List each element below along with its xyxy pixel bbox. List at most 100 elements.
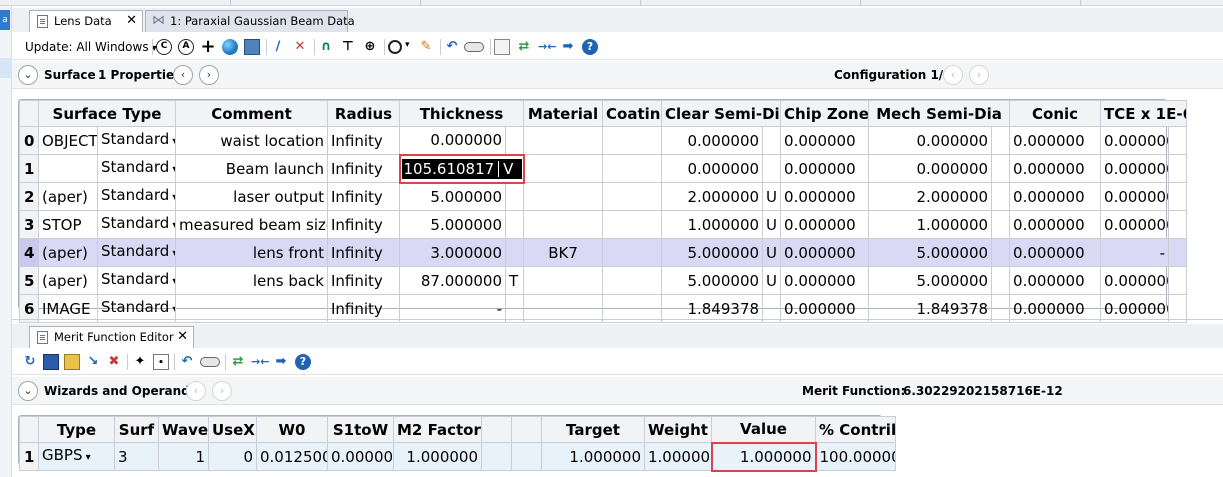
operand-type-dropdown[interactable]: GBPS [38, 442, 115, 471]
double-lens-icon[interactable]: ⊕ [362, 39, 378, 55]
toggle-icon[interactable] [464, 42, 484, 52]
next-config-button[interactable]: › [969, 65, 989, 85]
lens-row-4[interactable]: 4 (aper) Standard lens front Infinity 3.… [19, 238, 1188, 267]
coating-cell[interactable] [602, 126, 663, 155]
tce-cell[interactable]: - [1100, 238, 1170, 267]
swap-icon[interactable]: ⇄ [516, 39, 532, 55]
surface-type-dropdown[interactable]: Standard [97, 126, 176, 155]
expand-properties-icon[interactable]: ⌄ [18, 65, 38, 85]
mech-semi-dia-cell[interactable]: 5.000000 [868, 266, 993, 295]
empty-cell-1[interactable] [481, 442, 512, 471]
mech-semi-dia-cell[interactable]: 0.000000 [868, 154, 993, 183]
col-weight[interactable]: Weight [644, 416, 712, 443]
conic-cell[interactable]: 0.000000 [1009, 266, 1102, 295]
surface-type-dropdown[interactable]: Standard [97, 154, 176, 183]
chip-zone-cell[interactable]: 0.000000 [780, 266, 870, 295]
ray-remove-icon[interactable]: ✕ [292, 39, 308, 55]
thickness-cell[interactable]: 87.000000 [399, 266, 506, 295]
comment-cell[interactable]: lens back [175, 266, 328, 295]
material-cell[interactable] [523, 126, 604, 155]
surface-label[interactable]: (aper) [38, 182, 98, 211]
col-tce[interactable]: TCE x 1E-6 [1100, 100, 1188, 127]
col-surf[interactable]: Surf [114, 416, 159, 443]
clear-semi-dia-solve[interactable]: U [762, 238, 782, 267]
mech-semi-dia-cell[interactable]: 2.000000 [868, 182, 993, 211]
s1tow-cell[interactable]: 0.000000 [327, 442, 394, 471]
conic-cell[interactable]: 0.000000 [1009, 238, 1102, 267]
thickness-cell-selected[interactable]: 105.610817 V [398, 153, 525, 184]
chip-zone-cell[interactable]: 0.000000 [780, 154, 870, 183]
tce-cell[interactable]: 0.000000 [1100, 210, 1170, 239]
help-icon[interactable]: ? [295, 354, 311, 370]
conic-cell[interactable]: 0.000000 [1009, 126, 1102, 155]
prev-config-button[interactable]: ‹ [943, 65, 963, 85]
comment-cell[interactable]: laser output [175, 182, 328, 211]
comment-cell[interactable]: lens front [175, 238, 328, 267]
wave-cell[interactable]: 1 [158, 442, 209, 471]
mech-semi-dia-cell[interactable]: 5.000000 [868, 238, 993, 267]
square-dot-icon[interactable]: • [153, 354, 169, 370]
lens-row-1[interactable]: 1 Standard Beam launch Infinity 105.6108… [19, 153, 1188, 184]
empty-cell-2[interactable] [511, 442, 542, 471]
radius-cell[interactable]: Infinity [327, 154, 400, 183]
material-cell[interactable] [523, 182, 604, 211]
col-s1tow[interactable]: S1toW [327, 416, 394, 443]
clear-semi-dia-solve[interactable] [762, 154, 782, 183]
thickness-solve[interactable] [504, 238, 525, 267]
material-cell[interactable] [523, 266, 604, 295]
close-icon[interactable]: ✕ [177, 327, 188, 347]
tab-lens-data[interactable]: Lens Data ✕ [29, 10, 143, 32]
mech-semi-dia-solve[interactable] [991, 126, 1011, 155]
ray-aim-icon[interactable]: ∕ [270, 39, 286, 55]
usex-cell[interactable]: 0 [208, 442, 257, 471]
thickness-cell[interactable]: 3.000000 [399, 238, 506, 267]
conic-cell[interactable]: 0.000000 [1009, 154, 1102, 183]
lens-row-3[interactable]: 3 STOP Standard measured beam size Infin… [19, 210, 1188, 239]
insert-arrow-icon[interactable]: ↘ [85, 354, 101, 370]
clear-semi-dia-cell[interactable]: 5.000000 [661, 238, 764, 267]
thickness-cell[interactable]: 0.000000 [399, 126, 506, 155]
tce-solve[interactable] [1168, 266, 1188, 295]
conic-cell[interactable]: 0.000000 [1009, 210, 1102, 239]
surface-label[interactable]: (aper) [38, 238, 98, 267]
mech-semi-dia-cell[interactable]: 0.000000 [868, 126, 993, 155]
col-contrib[interactable]: % Contrib [815, 416, 896, 443]
tce-solve[interactable] [1168, 182, 1188, 211]
material-cell[interactable]: BK7 [523, 238, 604, 267]
save-icon[interactable] [43, 354, 59, 370]
clear-semi-dia-cell[interactable]: 0.000000 [661, 154, 764, 183]
col-target[interactable]: Target [541, 416, 645, 443]
coating-cell[interactable] [602, 210, 663, 239]
col-conic[interactable]: Conic [1009, 100, 1102, 127]
col-radius[interactable]: Radius [327, 100, 400, 127]
radius-cell[interactable]: Infinity [327, 182, 400, 211]
clear-semi-dia-cell[interactable]: 5.000000 [661, 266, 764, 295]
surface-label[interactable]: OBJECT [38, 126, 98, 155]
help-icon[interactable]: ? [582, 39, 598, 55]
tab-merit-function-editor[interactable]: Merit Function Editor ✕ [29, 326, 194, 348]
radius-cell[interactable]: Infinity [327, 266, 400, 295]
col-mech-semi-dia[interactable]: Mech Semi-Dia [868, 100, 1011, 127]
material-cell[interactable] [523, 210, 604, 239]
undo-icon[interactable]: ↶ [179, 354, 195, 370]
lens-row-5[interactable]: 5 (aper) Standard lens back Infinity 87.… [19, 266, 1188, 295]
col-clear-semi-dia[interactable]: Clear Semi-Dia [661, 100, 782, 127]
surface-label[interactable]: STOP [38, 210, 98, 239]
conic-cell[interactable]: 0.000000 [1009, 182, 1102, 211]
col-empty-1[interactable] [481, 416, 512, 443]
ring-icon[interactable] [388, 40, 402, 54]
thickness-cell[interactable]: 5.000000 [399, 182, 506, 211]
coating-cell[interactable] [602, 266, 663, 295]
chip-zone-cell[interactable]: 0.000000 [780, 126, 870, 155]
col-type[interactable]: Type [38, 416, 115, 443]
col-m2-factor[interactable]: M2 Factor [393, 416, 482, 443]
thickness-cell[interactable]: 5.000000 [399, 210, 506, 239]
next-surface-button[interactable]: › [199, 65, 219, 85]
clear-semi-dia-cell[interactable]: 2.000000 [661, 182, 764, 211]
mech-semi-dia-solve[interactable] [991, 154, 1011, 183]
tce-solve[interactable] [1168, 154, 1188, 183]
tce-cell[interactable]: 0.000000 [1100, 126, 1170, 155]
weight-cell[interactable]: 1.000000 [644, 442, 712, 471]
coating-cell[interactable] [602, 182, 663, 211]
lens-icon[interactable]: ⊤ [340, 39, 356, 55]
